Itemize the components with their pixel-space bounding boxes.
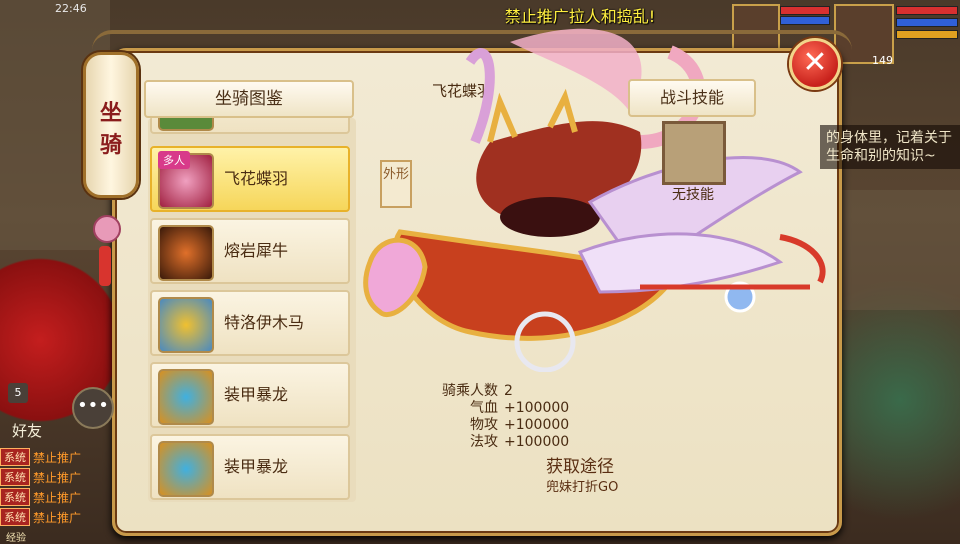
unread-count-badge: 5 [8,383,28,403]
chat-bubble-icon[interactable]: ••• [72,387,114,429]
acquire-method-value: 兜妹打折GO [546,480,619,495]
mount-list-item[interactable]: 熔岩犀牛 [150,218,350,284]
stat-row: 法攻 +100000 [430,434,569,451]
chat-text: 禁止推广 [33,510,82,525]
chat-channel-tag: 系统 [0,508,30,526]
player-hp-bar [896,6,958,15]
lantern-title-line2: 骑 [99,133,122,158]
exp-label: 经验 [6,533,26,544]
player-level: 149 [872,54,893,67]
chat-channel-tag: 系统 [0,448,30,466]
mount-list-item-partial[interactable] [150,118,350,134]
multi-rider-badge: 多人 [158,151,190,169]
mount-list-item[interactable]: 特洛伊木马 [150,290,350,356]
pet-hp-bar [780,6,830,15]
background-dialog-text: 的身体里，记着关于生命和别的知识~ [820,125,960,169]
chat-text: 禁止推广 [33,470,82,485]
mount-list[interactable]: 多人 飞花蝶羽 熔岩犀牛 特洛伊木马 装甲暴龙 装甲暴龙 [148,118,356,502]
mount-name: 特洛伊木马 [224,313,305,332]
appearance-tag[interactable]: 外形 [380,160,412,208]
stat-label: 气血 [470,400,498,416]
mount-thumbnail [158,441,214,497]
mount-name: 装甲暴龙 [224,385,289,404]
knot-ornament-icon [93,215,121,243]
mount-name: 装甲暴龙 [224,457,289,476]
mount-thumbnail [158,369,214,425]
chat-text: 禁止推广 [33,490,82,505]
player-exp-bar [896,30,958,39]
chat-line: 系统 禁止推广 [0,487,112,507]
stat-label: 骑乘人数 [442,383,498,399]
stat-value: +100000 [504,417,570,433]
chat-channel-tag: 系统 [0,468,30,486]
mount-preview-image[interactable] [340,22,830,372]
stat-row: 物攻 +100000 [430,417,569,434]
chat-text: 禁止推广 [33,450,82,465]
mount-list-item[interactable]: 装甲暴龙 [150,362,350,428]
mount-thumbnail [158,297,214,353]
mount-thumbnail [158,118,214,131]
stat-label: 物攻 [470,417,498,433]
mount-list-item[interactable]: 装甲暴龙 [150,434,350,500]
player-mp-bar [896,18,958,27]
mount-name: 熔岩犀牛 [224,241,289,260]
mount-thumbnail [158,225,214,281]
friends-button[interactable]: 好友 [12,420,42,441]
chat-log[interactable]: 系统 禁止推广 系统 禁止推广 系统 禁止推广 系统 禁止推广 [0,447,112,527]
lantern-title-line1: 坐 [99,101,122,126]
stat-value: +100000 [504,400,570,416]
no-skill-label: 无技能 [672,187,714,203]
tassel-ornament [99,246,111,286]
combat-skill-tab[interactable]: 战斗技能 [628,79,756,117]
stat-row: 骑乘人数 2 [430,383,569,400]
mount-stats: 骑乘人数 2 气血 +100000 物攻 +100000 法攻 +100000 [430,383,569,451]
stat-row: 气血 +100000 [430,400,569,417]
chat-line: 系统 禁止推广 [0,467,112,487]
acquire-method-label: 获取途径 [546,457,614,477]
chat-channel-tag: 系统 [0,488,30,506]
stat-value: 2 [504,383,513,399]
mount-name: 飞花蝶羽 [224,169,289,188]
mount-list-item-selected[interactable]: 多人 飞花蝶羽 [150,146,350,212]
lantern-title: 坐 骑 [83,52,139,198]
skill-slot-icon[interactable] [662,121,726,185]
chat-line: 系统 禁止推广 [0,507,112,527]
catalog-tab[interactable]: 坐骑图鉴 [144,80,354,118]
stat-label: 法攻 [470,434,498,450]
stat-value: +100000 [504,434,570,450]
chat-line: 系统 禁止推广 [0,447,112,467]
